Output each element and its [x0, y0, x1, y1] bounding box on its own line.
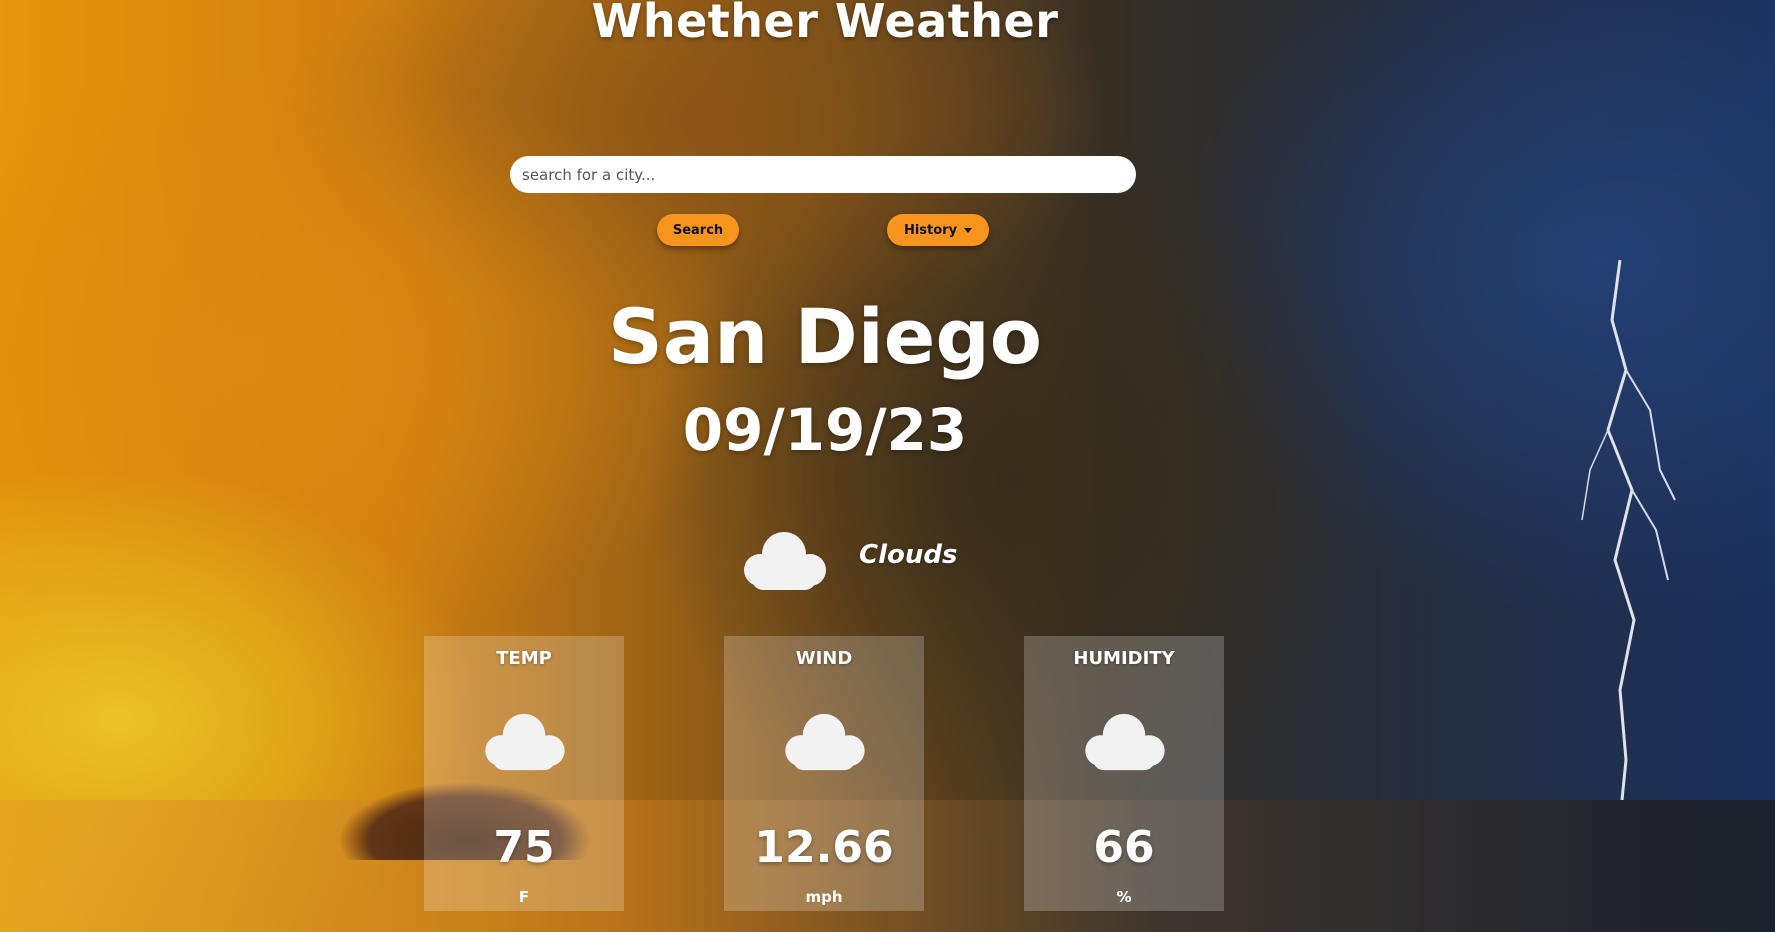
search-input[interactable]	[510, 156, 1136, 193]
card-value: 75	[493, 822, 555, 873]
history-dropdown-button[interactable]: History	[887, 214, 989, 246]
card-unit: mph	[805, 888, 843, 906]
humidity-card: HUMIDITY 66 %	[1024, 636, 1224, 911]
cloud-icon	[785, 713, 865, 771]
caret-down-icon	[964, 227, 973, 233]
card-title: HUMIDITY	[1073, 648, 1175, 669]
card-value: 12.66	[754, 822, 894, 873]
card-unit: %	[1116, 888, 1132, 906]
search-button-label: Search	[672, 222, 724, 238]
wind-card: WIND 12.66 mph	[724, 636, 924, 911]
temp-card: TEMP 75 F	[424, 636, 624, 911]
condition-label: Clouds	[859, 540, 958, 570]
city-name: San Diego	[608, 292, 1042, 381]
app-title: Whether Weather	[591, 0, 1059, 48]
search-button[interactable]: Search	[657, 214, 739, 246]
history-button-label: History	[903, 222, 958, 238]
cloud-icon	[744, 532, 826, 590]
card-unit: F	[518, 888, 530, 906]
current-date: 09/19/23	[682, 396, 968, 464]
card-title: TEMP	[496, 648, 552, 669]
card-title: WIND	[795, 648, 853, 669]
cloud-icon	[485, 713, 565, 771]
cloud-icon	[1085, 713, 1165, 771]
card-value: 66	[1093, 822, 1155, 873]
